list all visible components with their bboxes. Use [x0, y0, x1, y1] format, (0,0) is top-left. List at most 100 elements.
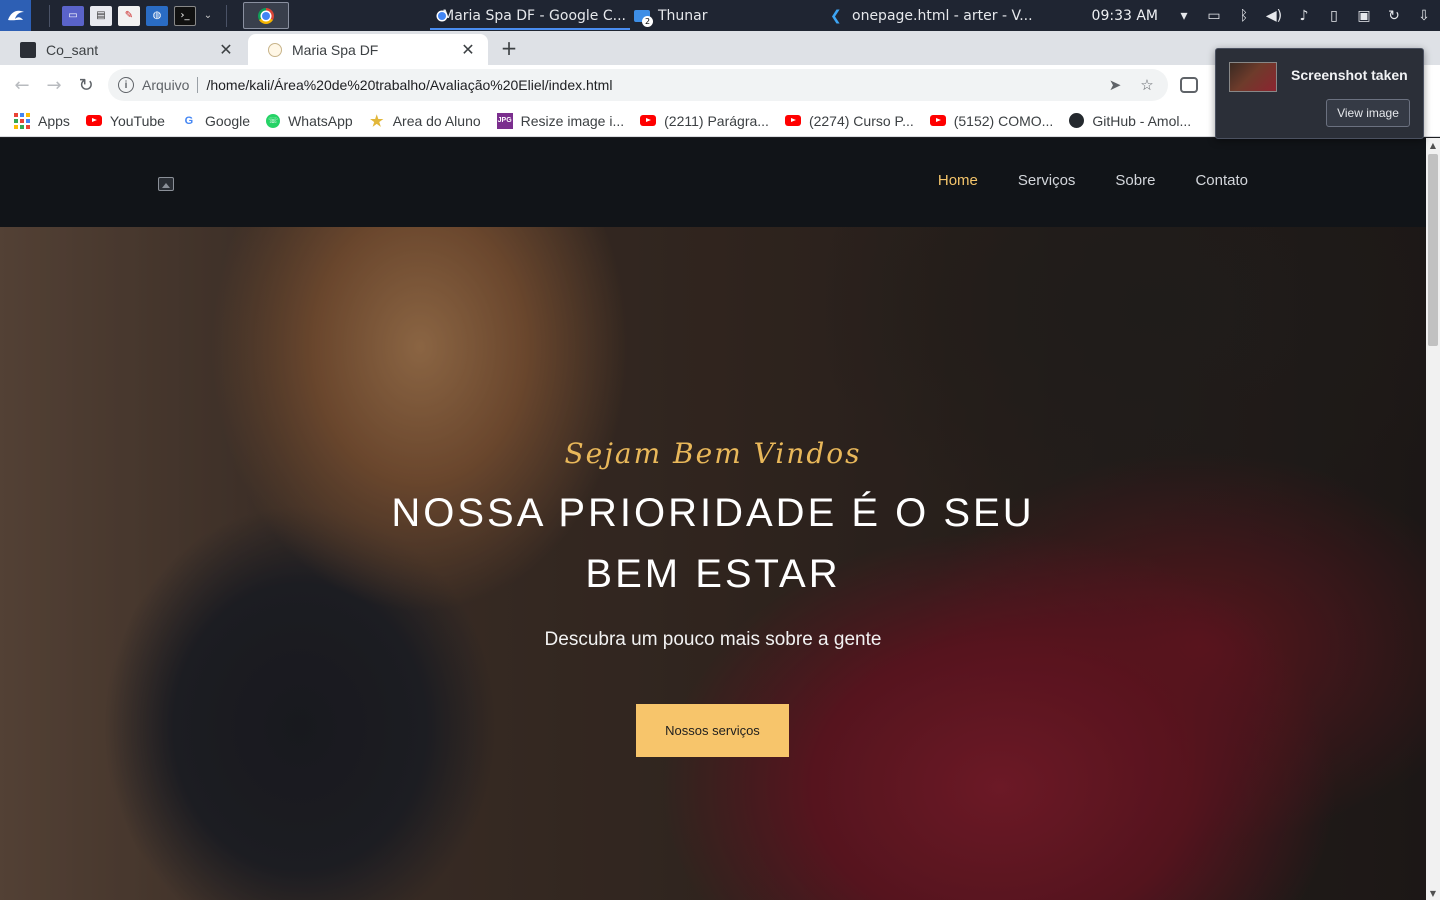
terminal-icon[interactable]: ›_ [174, 5, 196, 26]
screenshot-notification: Screenshot taken View image [1215, 48, 1424, 139]
taskbar-window-thunar[interactable]: 2 Thunar [630, 0, 826, 31]
tab-title: Maria Spa DF [292, 41, 379, 58]
bookmark-area-do-aluno[interactable]: ★ Area do Aluno [369, 112, 481, 130]
nav-link-contato[interactable]: Contato [1195, 172, 1248, 189]
bookmark-youtube-2211[interactable]: (2211) Parágra... [640, 113, 769, 129]
hero-section: Sejam Bem Vindos NOSSA PRIORIDADE É O SE… [0, 227, 1426, 900]
quick-launch: ▭ ▤ ✎ ◍ ›_ ⌄ [43, 2, 289, 29]
broken-logo-image-icon[interactable] [158, 177, 174, 191]
lock-icon[interactable]: ▣ [1356, 8, 1372, 24]
nossos-servicos-button[interactable]: Nossos serviços [636, 704, 789, 757]
bookmark-label: Area do Aluno [392, 112, 481, 129]
youtube-icon [784, 115, 801, 126]
app-launcher-icon[interactable] [0, 0, 31, 31]
bookmark-google[interactable]: G Google [181, 113, 250, 129]
bookmark-label: Google [204, 112, 251, 129]
file-manager-icon[interactable]: ▤ [90, 5, 112, 26]
view-image-button[interactable]: View image [1326, 99, 1410, 127]
scroll-up-arrow-icon[interactable]: ▲ [1426, 138, 1440, 152]
bookmark-label: (2274) Curso P... [808, 112, 914, 129]
new-tab-button[interactable]: + [498, 36, 520, 60]
hero-title-line-2: BEM ESTAR [585, 552, 841, 596]
clock[interactable]: 09:33 AM [1092, 8, 1158, 24]
tab-maria-spa[interactable]: Maria Spa DF ✕ [248, 34, 488, 65]
bookmark-star-icon[interactable]: ☆ [1136, 76, 1158, 94]
bookmark-label: Resize image i... [520, 112, 625, 129]
notification-title: Screenshot taken [1291, 67, 1408, 83]
page-scheme-label: Arquivo [142, 77, 190, 93]
taskbar-window-chrome[interactable]: Maria Spa DF - Google C... [430, 0, 630, 31]
wifi-icon[interactable]: ▾ [1176, 8, 1192, 24]
send-to-device-icon[interactable]: ➤ [1104, 76, 1126, 94]
nav-link-sobre[interactable]: Sobre [1115, 172, 1155, 189]
bookmark-github[interactable]: GitHub - Amol... [1069, 113, 1191, 129]
bookmark-label: Apps [38, 112, 70, 129]
taskbar-window-vscode[interactable]: ❮ onepage.html - arter - V... [826, 0, 1046, 31]
extensions-icon[interactable] [1180, 77, 1198, 93]
nav-link-home[interactable]: Home [938, 172, 978, 189]
hero-content: Sejam Bem Vindos NOSSA PRIORIDADE É O SE… [0, 227, 1426, 900]
back-arrow-icon[interactable]: ← [6, 69, 38, 101]
chrome-icon [258, 7, 274, 24]
refresh-icon[interactable]: ↻ [1386, 8, 1402, 24]
github-icon [1069, 113, 1085, 128]
bluetooth-icon[interactable]: ᛒ [1236, 8, 1252, 24]
volume-icon[interactable]: ◀) [1266, 8, 1282, 24]
bookmark-youtube-2274[interactable]: (2274) Curso P... [784, 112, 914, 129]
bookmark-whatsapp[interactable]: ☏ WhatsApp [266, 113, 353, 129]
separator [226, 4, 227, 27]
site-navbar: Home Serviços Sobre Contato [0, 138, 1426, 227]
clipboard-icon[interactable]: ▯ [1326, 8, 1342, 24]
text-editor-icon[interactable]: ✎ [118, 5, 140, 26]
window-count-badge: 2 [642, 15, 653, 27]
notification-bell-icon[interactable]: ♪ [1296, 8, 1312, 24]
vscode-icon: ❮ [830, 7, 842, 24]
web-browser-icon[interactable]: ◍ [146, 5, 168, 26]
tab-favicon-icon [20, 41, 36, 58]
reload-icon[interactable]: ↻ [70, 69, 102, 101]
chevron-down-icon[interactable]: ⌄ [202, 6, 214, 26]
forward-arrow-icon[interactable]: → [38, 69, 70, 101]
google-icon: G [184, 114, 194, 127]
bookmark-apps[interactable]: Apps [14, 112, 70, 129]
site-nav-links: Home Serviços Sobre Contato [938, 172, 1248, 189]
info-icon[interactable]: i [118, 77, 134, 93]
tab-co-sant[interactable]: Co_sant ✕ [0, 34, 246, 65]
chrome-pinned-app[interactable] [243, 2, 289, 29]
jpg-icon: JPG [496, 112, 513, 129]
bookmark-label: (2211) Parágra... [664, 112, 769, 129]
bookmark-youtube-5152[interactable]: (5152) COMO... [929, 112, 1054, 129]
whatsapp-icon: ☏ [266, 113, 281, 128]
tab-favicon-icon [268, 42, 282, 57]
os-taskbar: ▭ ▤ ✎ ◍ ›_ ⌄ Maria Spa DF - Google C... … [0, 0, 1440, 31]
youtube-icon [640, 115, 657, 126]
address-bar[interactable]: i Arquivo /home/kali/Área%20de%20trabalh… [108, 69, 1168, 101]
screenshot-thumbnail[interactable] [1229, 62, 1277, 92]
hero-subtitle: Descubra um pouco mais sobre a gente [544, 629, 882, 650]
bookmark-youtube[interactable]: YouTube [85, 112, 165, 129]
bookmark-label: (5152) COMO... [953, 112, 1054, 129]
window-label: onepage.html - arter - V... [852, 7, 1033, 24]
star-icon: ★ [369, 112, 384, 130]
separator [49, 4, 50, 27]
page-scrollbar[interactable]: ▲ ▼ [1426, 138, 1440, 900]
battery-icon[interactable]: ▭ [1206, 8, 1222, 24]
nav-link-servicos[interactable]: Serviços [1018, 172, 1076, 189]
system-tray: 09:33 AM ▾ ▭ ᛒ ◀) ♪ ▯ ▣ ↻ ⇩ [1092, 0, 1440, 31]
bookmark-resize-image[interactable]: JPG Resize image i... [496, 112, 625, 129]
close-icon[interactable]: ✕ [460, 40, 476, 60]
workspace-icon[interactable]: ▭ [62, 5, 84, 26]
close-icon[interactable]: ✕ [218, 40, 234, 60]
scroll-thumb[interactable] [1428, 154, 1438, 346]
youtube-icon [85, 115, 102, 126]
hero-title: NOSSA PRIORIDADE É O SEU BEM ESTAR [363, 483, 1063, 605]
hero-kicker: Sejam Bem Vindos [564, 437, 862, 470]
tab-title: Co_sant [46, 41, 99, 58]
update-icon[interactable]: ⇩ [1416, 8, 1432, 24]
url-text[interactable]: /home/kali/Área%20de%20trabalho/Avaliaçã… [206, 77, 1094, 93]
bookmark-label: YouTube [109, 112, 165, 129]
window-label: Thunar [658, 7, 708, 24]
folder-icon: 2 [634, 9, 653, 27]
scroll-down-arrow-icon[interactable]: ▼ [1426, 886, 1440, 900]
taskbar-window-list: Maria Spa DF - Google C... 2 Thunar ❮ on… [430, 0, 1046, 31]
